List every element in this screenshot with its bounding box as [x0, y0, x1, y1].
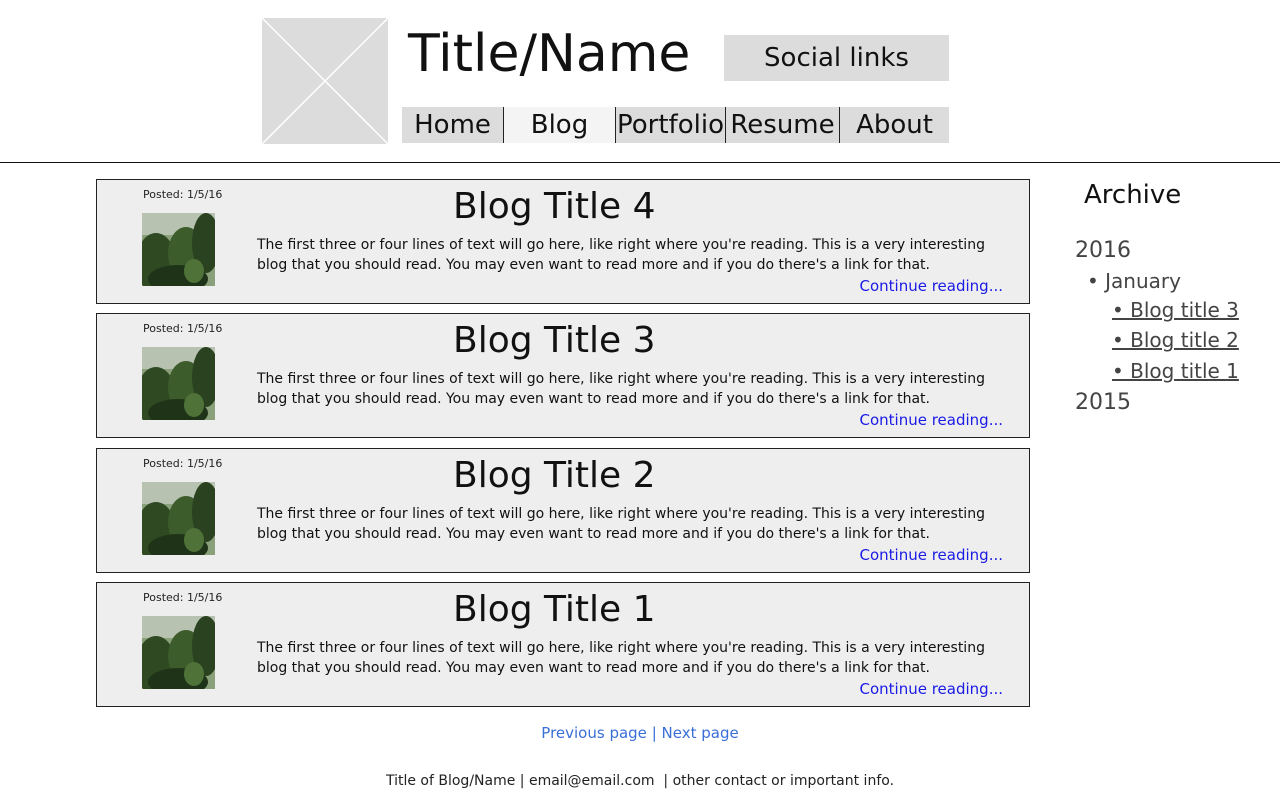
nav-resume[interactable]: Resume [725, 107, 839, 143]
nav-portfolio[interactable]: Portfolio [615, 107, 725, 143]
archive-post-link[interactable]: • Blog title 2 [1112, 328, 1239, 352]
previous-page-link[interactable]: Previous page [541, 724, 647, 742]
forest-photo-icon [142, 616, 215, 689]
post-date: Posted: 1/5/16 [143, 322, 223, 335]
archive-year-2016[interactable]: 2016 [1075, 238, 1131, 263]
post-excerpt: The first three or four lines of text wi… [257, 640, 985, 676]
blog-post-card: Posted: 1/5/16 Blog Title 2 The first th… [96, 448, 1030, 573]
post-thumbnail [142, 482, 215, 555]
nav-blog[interactable]: Blog [503, 107, 615, 143]
site-title: Title/Name [408, 24, 691, 84]
archive-post-link[interactable]: • Blog title 1 [1112, 359, 1239, 383]
post-thumbnail [142, 213, 215, 286]
post-title[interactable]: Blog Title 2 [453, 451, 656, 501]
blog-post-card: Posted: 1/5/16 Blog Title 4 The first th… [96, 179, 1030, 304]
continue-reading-link[interactable]: Continue reading... [860, 411, 1004, 429]
forest-photo-icon [142, 213, 215, 286]
archive-month-january[interactable]: • January [1087, 269, 1181, 293]
forest-photo-icon [142, 347, 215, 420]
logo-placeholder-image [262, 18, 388, 144]
blog-post-card: Posted: 1/5/16 Blog Title 3 The first th… [96, 313, 1030, 438]
archive-post-link[interactable]: • Blog title 3 [1112, 298, 1239, 322]
post-date: Posted: 1/5/16 [143, 457, 223, 470]
post-thumbnail [142, 616, 215, 689]
footer-info: Title of Blog/Name | email@email.com | o… [385, 773, 895, 789]
pagination: Previous page | Next page [0, 724, 1280, 742]
pager-separator: | [651, 724, 657, 742]
next-page-link[interactable]: Next page [662, 724, 739, 742]
nav-about[interactable]: About [839, 107, 949, 143]
post-excerpt: The first three or four lines of text wi… [257, 237, 985, 273]
continue-reading-link[interactable]: Continue reading... [860, 680, 1004, 698]
post-date: Posted: 1/5/16 [143, 188, 223, 201]
archive-heading: Archive [1084, 180, 1182, 210]
image-placeholder-icon [262, 18, 388, 144]
post-title[interactable]: Blog Title 3 [453, 316, 656, 366]
post-excerpt: The first three or four lines of text wi… [257, 506, 985, 542]
post-title[interactable]: Blog Title 4 [453, 182, 656, 232]
header-divider [0, 162, 1280, 163]
main-nav: Home Blog Portfolio Resume About [402, 107, 949, 143]
forest-photo-icon [142, 482, 215, 555]
social-links-button[interactable]: Social links [724, 35, 949, 81]
archive-year-2015[interactable]: 2015 [1075, 390, 1131, 415]
continue-reading-link[interactable]: Continue reading... [860, 546, 1004, 564]
continue-reading-link[interactable]: Continue reading... [860, 277, 1004, 295]
post-excerpt: The first three or four lines of text wi… [257, 371, 985, 407]
post-title[interactable]: Blog Title 1 [453, 585, 656, 635]
post-date: Posted: 1/5/16 [143, 591, 223, 604]
blog-post-card: Posted: 1/5/16 Blog Title 1 The first th… [96, 582, 1030, 707]
nav-home[interactable]: Home [402, 107, 503, 143]
post-thumbnail [142, 347, 215, 420]
